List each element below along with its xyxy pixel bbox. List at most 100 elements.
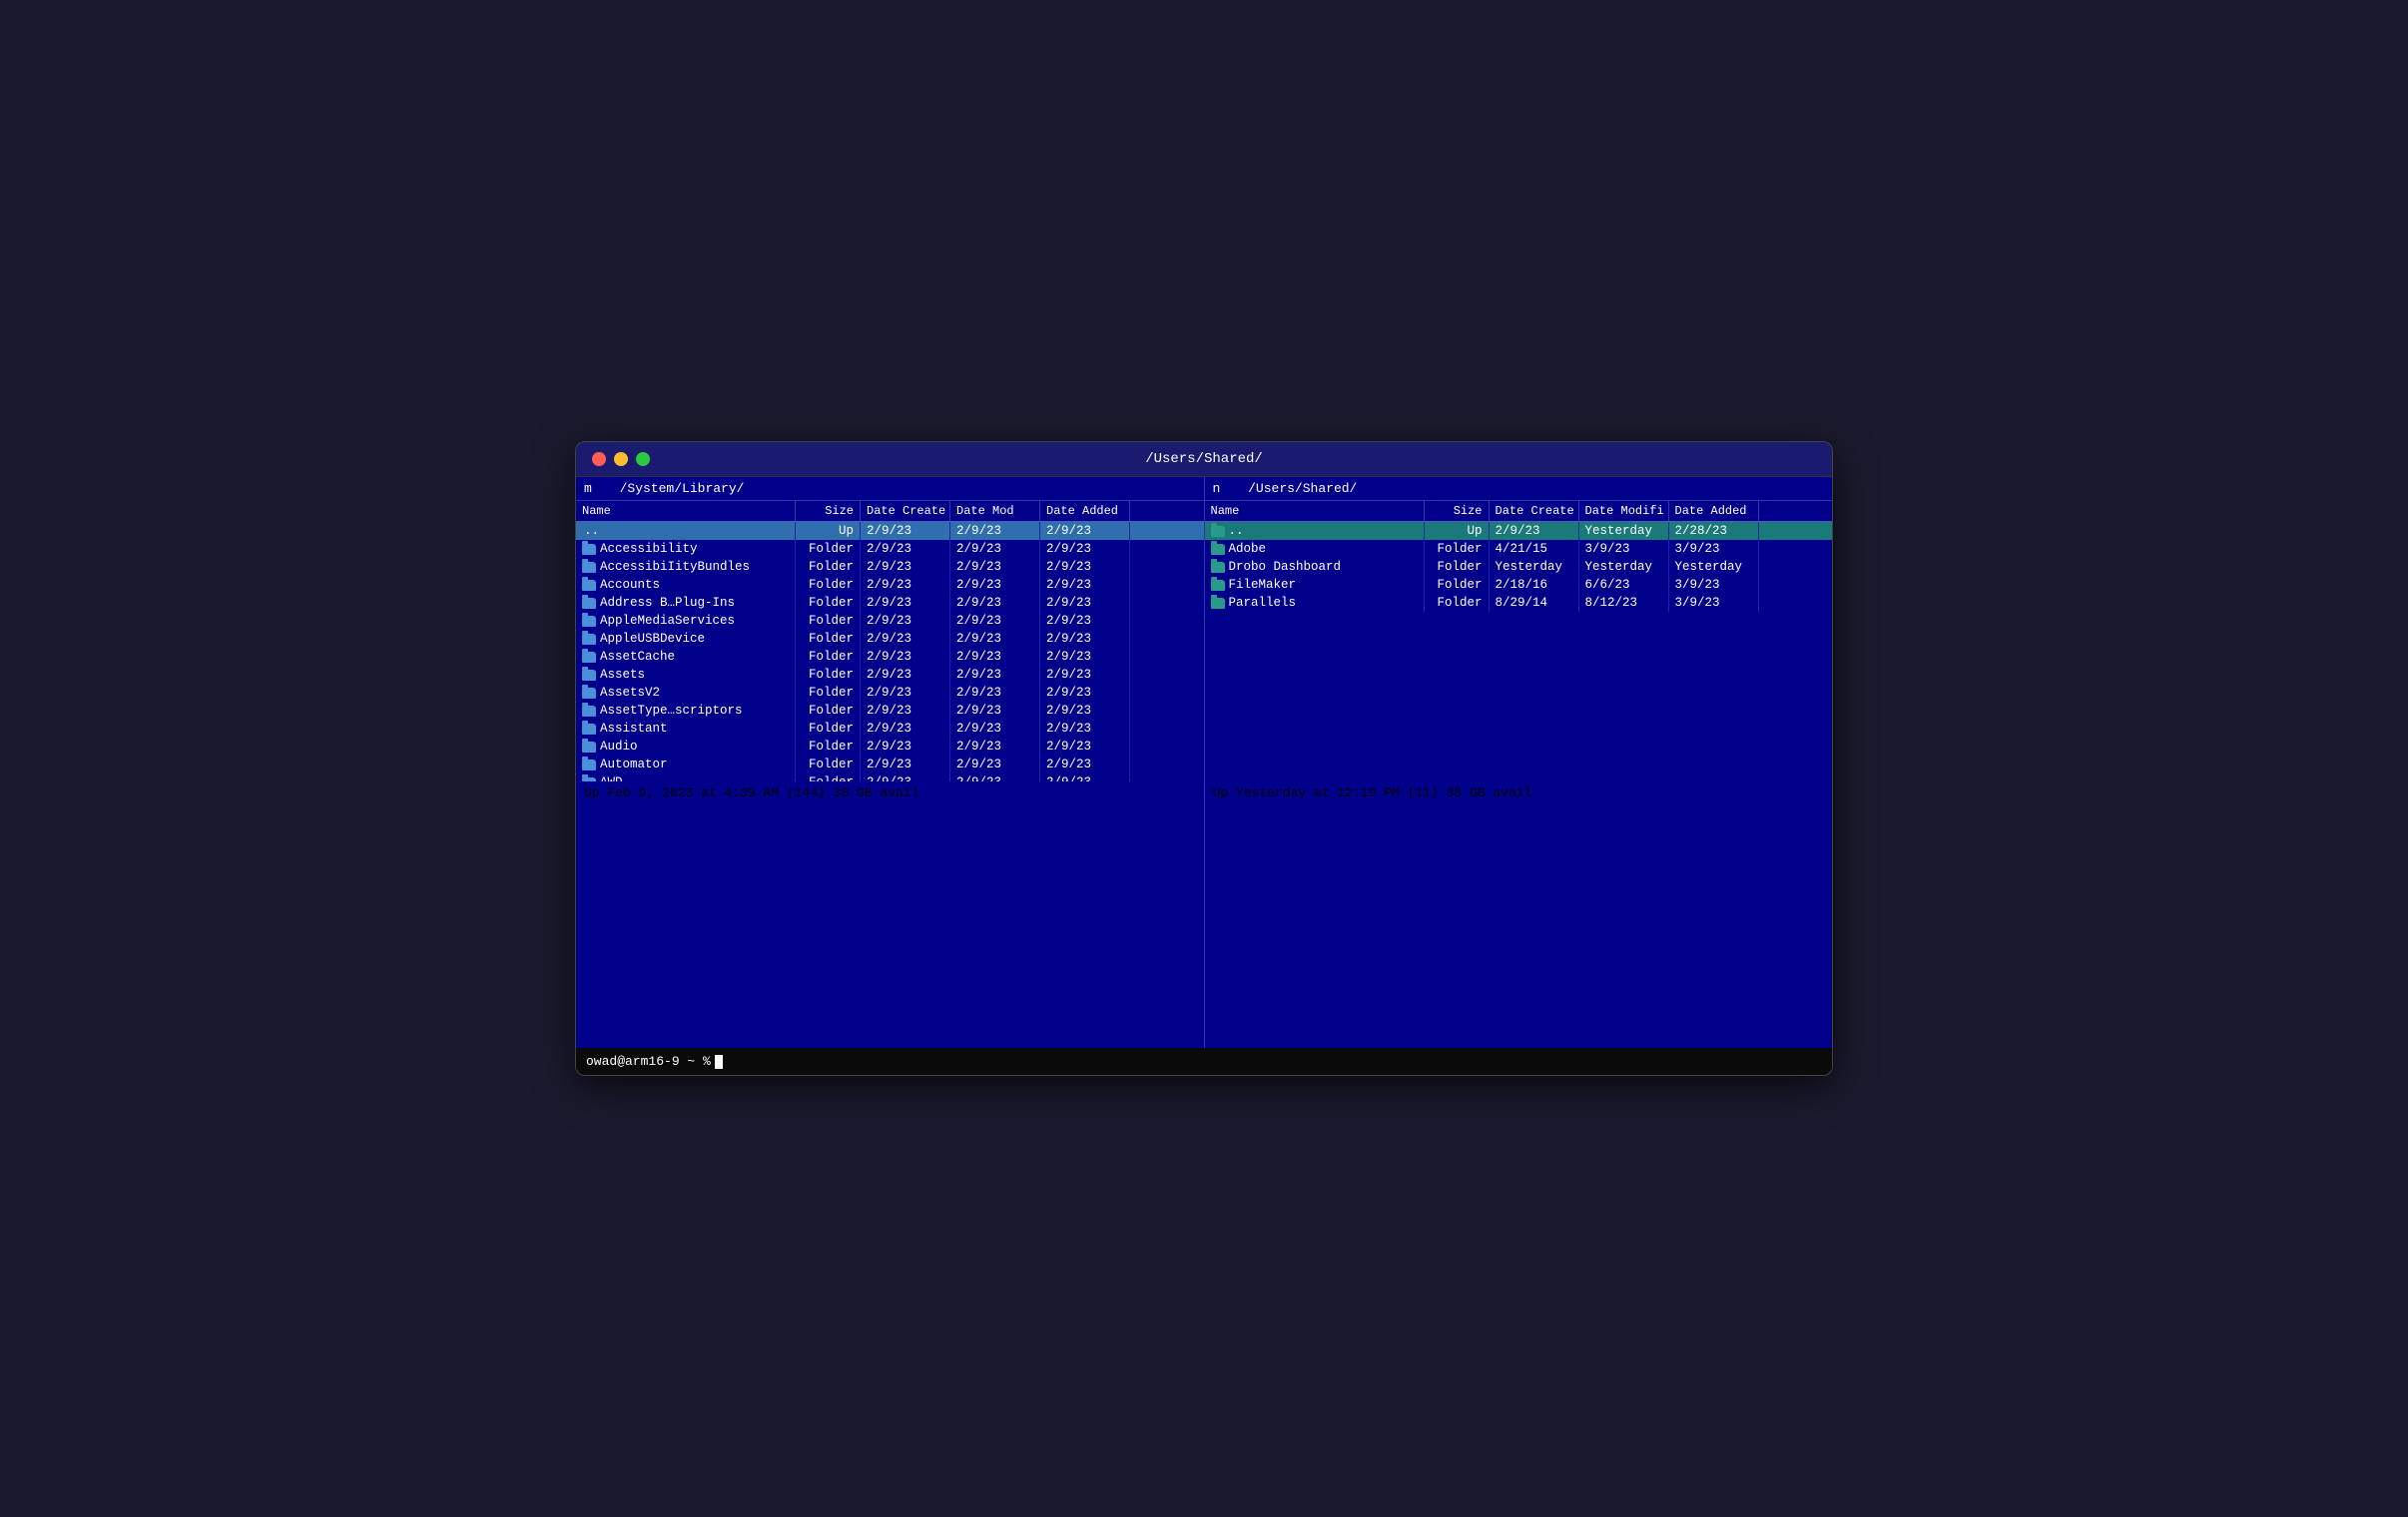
table-row[interactable]: FileMakerFolder2/18/166/6/233/9/23 [1205,576,1833,594]
file-size-cell: Folder [796,558,861,576]
table-row[interactable]: ..Up2/9/23Yesterday2/28/23 [1205,522,1833,540]
folder-icon [582,777,596,781]
window-title: /Users/Shared/ [576,451,1832,467]
file-date-modified-cell: 2/9/23 [950,684,1040,702]
close-button[interactable] [592,452,606,466]
table-row[interactable]: AssetCacheFolder2/9/232/9/232/9/23 [576,648,1204,666]
file-size-cell: Folder [796,666,861,684]
right-pane-tab[interactable]: n [1213,481,1221,496]
file-date-added-cell: 3/9/23 [1669,576,1759,594]
table-row[interactable]: AccessibilityFolder2/9/232/9/232/9/23 [576,540,1204,558]
file-date-created-cell: 2/9/23 [861,720,950,738]
file-date-created-cell: 2/9/23 [861,756,950,773]
file-date-modified-cell: 2/9/23 [950,558,1040,576]
folder-icon [1211,544,1225,555]
right-status-bar: Up Yesterday at 12:19 PM (11) 38 GB avai… [1205,781,1833,1049]
file-size-cell: Folder [796,738,861,756]
file-date-added-cell: 2/9/23 [1040,773,1130,781]
left-col-date-modified[interactable]: Date Mod [950,501,1040,521]
file-date-created-cell: Yesterday [1490,558,1579,576]
file-date-created-cell: 2/9/23 [861,540,950,558]
file-name-cell: AssetType…scriptors [576,702,796,720]
file-date-added-cell: 2/9/23 [1040,522,1130,540]
file-date-added-cell: 2/9/23 [1040,630,1130,648]
file-name-cell: FileMaker [1205,576,1425,594]
folder-icon [582,759,596,770]
left-pane-path: /System/Library/ [620,481,745,496]
main-content: m /System/Library/ Name Size Date Create… [576,477,1832,1075]
file-date-added-cell: 2/9/23 [1040,648,1130,666]
table-row[interactable]: AccountsFolder2/9/232/9/232/9/23 [576,576,1204,594]
right-col-date-created[interactable]: Date Create [1490,501,1579,521]
file-size-cell: Up [1425,522,1490,540]
file-date-created-cell: 2/9/23 [861,648,950,666]
folder-icon [582,742,596,753]
table-row[interactable]: AdobeFolder4/21/153/9/233/9/23 [1205,540,1833,558]
table-row[interactable]: AppleMediaServicesFolder2/9/232/9/232/9/… [576,612,1204,630]
table-row[interactable]: AssetsFolder2/9/232/9/232/9/23 [576,666,1204,684]
left-col-date-added[interactable]: Date Added [1040,501,1130,521]
table-row[interactable]: AudioFolder2/9/232/9/232/9/23 [576,738,1204,756]
table-row[interactable]: Address B…Plug-InsFolder2/9/232/9/232/9/… [576,594,1204,612]
file-name-cell: Assistant [576,720,796,738]
left-file-list[interactable]: ..Up2/9/232/9/232/9/23AccessibilityFolde… [576,522,1204,781]
table-row[interactable]: ParallelsFolder8/29/148/12/233/9/23 [1205,594,1833,612]
file-size-cell: Folder [796,702,861,720]
table-row[interactable]: AppleUSBDeviceFolder2/9/232/9/232/9/23 [576,630,1204,648]
file-date-added-cell: 2/9/23 [1040,666,1130,684]
terminal-prompt: owad@arm16-9 ~ % [586,1054,1822,1069]
table-row[interactable]: AutomatorFolder2/9/232/9/232/9/23 [576,756,1204,773]
folder-icon [582,706,596,717]
left-pane: m /System/Library/ Name Size Date Create… [576,477,1204,1048]
folder-icon [582,598,596,609]
file-size-cell: Folder [796,756,861,773]
folder-icon [1211,562,1225,573]
right-col-date-modified[interactable]: Date Modifi [1579,501,1669,521]
file-name-cell: Accessibility [576,540,796,558]
file-date-modified-cell: Yesterday [1579,558,1669,576]
table-row[interactable]: AccessibiIityBundlesFolder2/9/232/9/232/… [576,558,1204,576]
file-date-modified-cell: Yesterday [1579,522,1669,540]
file-size-cell: Up [796,522,861,540]
file-name-cell: Assets [576,666,796,684]
table-row[interactable]: AssetsV2Folder2/9/232/9/232/9/23 [576,684,1204,702]
maximize-button[interactable] [636,452,650,466]
folder-icon [582,670,596,681]
file-date-modified-cell: 2/9/23 [950,522,1040,540]
right-col-size[interactable]: Size [1425,501,1490,521]
panes-container: m /System/Library/ Name Size Date Create… [576,477,1832,1048]
folder-icon [582,652,596,663]
minimize-button[interactable] [614,452,628,466]
file-date-created-cell: 2/9/23 [861,594,950,612]
left-col-name[interactable]: Name [576,501,796,521]
left-pane-tab[interactable]: m [584,481,592,496]
right-file-list[interactable]: ..Up2/9/23Yesterday2/28/23AdobeFolder4/2… [1205,522,1833,781]
file-date-created-cell: 2/9/23 [861,612,950,630]
left-col-size[interactable]: Size [796,501,861,521]
file-date-added-cell: 3/9/23 [1669,594,1759,612]
table-row[interactable]: AssistantFolder2/9/232/9/232/9/23 [576,720,1204,738]
file-date-created-cell: 2/9/23 [861,558,950,576]
file-size-cell: Folder [1425,594,1490,612]
finder-window: /Users/Shared/ m /System/Library/ Name S… [575,441,1833,1076]
file-date-created-cell: 2/9/23 [861,738,950,756]
file-name-cell: AssetCache [576,648,796,666]
file-date-modified-cell: 2/9/23 [950,594,1040,612]
file-size-cell: Folder [796,630,861,648]
file-name-cell: Adobe [1205,540,1425,558]
file-name-cell: .. [1205,522,1425,540]
right-col-date-added[interactable]: Date Added [1669,501,1759,521]
table-row[interactable]: Drobo DashboardFolderYesterdayYesterdayY… [1205,558,1833,576]
folder-icon [1211,526,1225,537]
table-row[interactable]: ..Up2/9/232/9/232/9/23 [576,522,1204,540]
folder-icon [582,724,596,735]
table-row[interactable]: AWDFolder2/9/232/9/232/9/23 [576,773,1204,781]
folder-icon [1211,598,1225,609]
file-date-modified-cell: 3/9/23 [1579,540,1669,558]
file-name-cell: Accounts [576,576,796,594]
right-col-name[interactable]: Name [1205,501,1425,521]
table-row[interactable]: AssetType…scriptorsFolder2/9/232/9/232/9… [576,702,1204,720]
file-date-modified-cell: 2/9/23 [950,666,1040,684]
file-size-cell: Folder [1425,558,1490,576]
left-col-date-created[interactable]: Date Create [861,501,950,521]
